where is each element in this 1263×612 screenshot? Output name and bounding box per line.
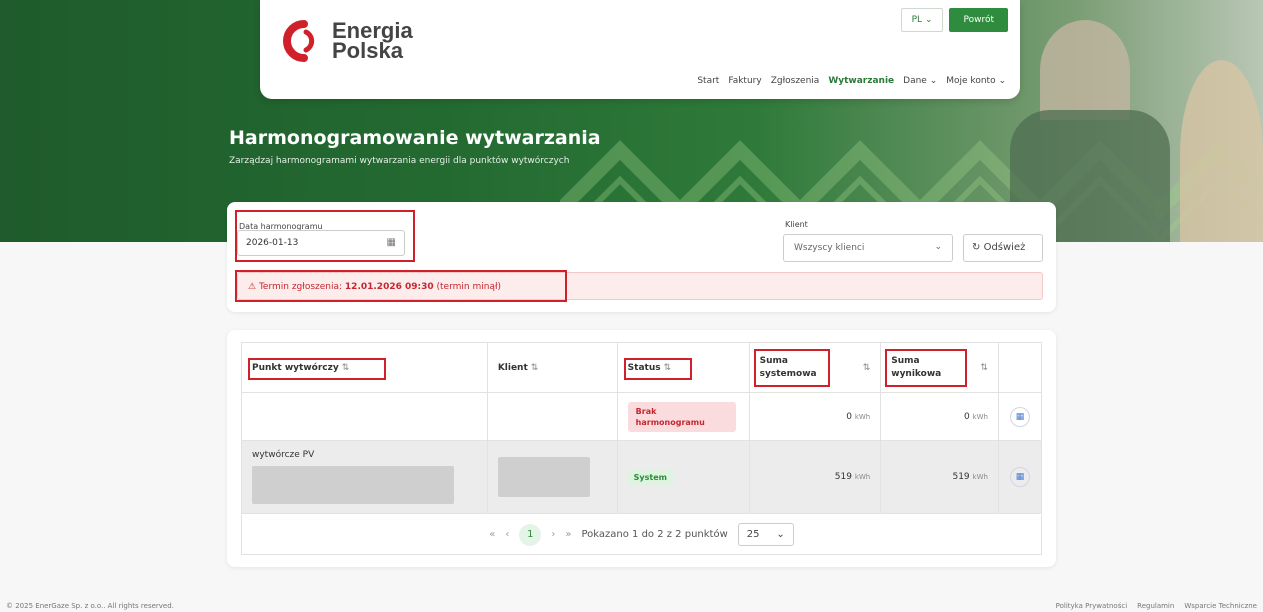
menu-item-zgloszenia[interactable]: Zgłoszenia <box>771 76 820 86</box>
generation-table: Punkt wytwórczy ⇅ Klient ⇅ Status ⇅ Suma sy… <box>241 342 1043 514</box>
col-header-label: Klient <box>497 362 528 373</box>
person-photo-right <box>1180 60 1263 242</box>
table-card: Punkt wytwórczy ⇅ Klient ⇅ Status ⇅ Suma sy… <box>227 330 1056 567</box>
last-page-button[interactable]: » <box>565 529 571 540</box>
cell-client <box>486 392 618 441</box>
sum-value: 519 <box>834 472 852 482</box>
calendar-icon[interactable]: ▦ <box>1009 406 1030 427</box>
point-name: wytwórcze PV <box>252 450 315 460</box>
unit-label: kWh <box>972 473 988 481</box>
sort-icon[interactable]: ⇅ <box>980 363 988 373</box>
cell-sum-result: 519 kWh <box>880 440 999 514</box>
table-row[interactable]: wytwórcze PV System 519 kWh 519 kWh ▦ <box>241 440 1043 514</box>
refresh-label: Odśwież <box>983 242 1026 253</box>
chevron-down-icon: ⌄ <box>924 15 933 25</box>
sum-value: 0 <box>963 411 970 422</box>
navigation-card: Energia Polska PL ⌄ Powrót Start Faktury… <box>260 0 1020 99</box>
page-button-current[interactable]: 1 <box>519 523 542 546</box>
footer-link-support[interactable]: Wsparcie Techniczne <box>1184 602 1257 610</box>
cell-sum-system: 0 kWh <box>748 392 882 441</box>
per-page-select[interactable]: 25 ⌄ <box>737 523 794 546</box>
chevron-down-icon: ⌄ <box>776 529 785 540</box>
redacted-placeholder <box>497 457 590 497</box>
highlight-frame <box>248 358 386 380</box>
menu-item-faktury[interactable]: Faktury <box>728 76 761 86</box>
cell-sum-result: 0 kWh <box>880 392 999 441</box>
prev-page-button[interactable]: ‹ <box>505 529 509 540</box>
status-badge: System <box>627 468 673 486</box>
chevron-down-icon: ⌄ <box>929 76 938 86</box>
cell-status: System <box>616 440 750 514</box>
redacted-placeholder <box>252 466 454 504</box>
person-photo <box>1040 20 1130 120</box>
chevron-down-icon: ⌄ <box>998 76 1006 86</box>
col-header-status[interactable]: Status ⇅ <box>616 342 750 393</box>
footer-links: Polityka Prywatności Regulamin Wsparcie … <box>1056 602 1257 610</box>
cell-status: Brak harmonogramu <box>616 392 750 441</box>
footer-copyright: © 2025 EnerGaze Sp. z o.o.. All rights r… <box>6 602 174 610</box>
language-select[interactable]: PL ⌄ <box>900 8 944 32</box>
cell-action: ▦ <box>997 392 1043 441</box>
menu-item-wytwarzanie[interactable]: Wytwarzanie <box>828 76 894 86</box>
highlight-frame <box>235 210 415 262</box>
filter-card: Data harmonogramu 2026-01-13 ▦ Klient Ws… <box>227 202 1056 312</box>
menu-item-moje-konto-label: Moje konto <box>946 76 996 86</box>
refresh-icon: ↻ <box>972 242 981 253</box>
refresh-button[interactable]: ↻ Odśwież <box>963 234 1043 262</box>
highlight-frame <box>753 349 830 387</box>
col-header-suma-systemowa[interactable]: Suma systemowa ⇅ <box>748 342 882 393</box>
first-page-button[interactable]: « <box>489 529 495 540</box>
unit-label: kWh <box>854 473 871 481</box>
col-header-actions <box>997 342 1043 393</box>
sum-value: 519 <box>952 472 970 482</box>
client-label: Klient <box>785 220 808 229</box>
page-subtitle: Zarządzaj harmonogramami wytwarzania ene… <box>229 156 570 166</box>
pagination: « ‹ 1 › » Pokazano 1 do 2 z 2 punktów 25… <box>241 515 1042 555</box>
menu-item-start[interactable]: Start <box>697 76 719 86</box>
language-label: PL <box>911 15 923 25</box>
table-row[interactable]: Brak harmonogramu 0 kWh 0 kWh ▦ <box>241 392 1043 441</box>
cell-sum-system: 519 kWh <box>748 440 882 514</box>
highlight-frame <box>623 358 692 380</box>
sort-icon[interactable]: ⇅ <box>863 363 871 373</box>
logo[interactable]: Energia Polska <box>276 18 413 64</box>
unit-label: kWh <box>972 412 988 421</box>
col-header-klient[interactable]: Klient ⇅ <box>486 342 618 393</box>
col-header-punkt[interactable]: Punkt wytwórczy ⇅ <box>241 342 488 393</box>
cell-point <box>241 392 488 441</box>
col-header-suma-wynikowa[interactable]: Suma wynikowa ⇅ <box>880 342 999 393</box>
calendar-icon[interactable]: ▦ <box>1009 467 1030 487</box>
chevron-down-icon: ⌄ <box>934 242 942 252</box>
client-select-value: Wszyscy klienci <box>794 243 865 253</box>
cell-client <box>486 440 618 514</box>
energia-logo-icon <box>283 20 315 62</box>
menu-item-dane-label: Dane <box>903 76 927 86</box>
unit-label: kWh <box>854 412 871 421</box>
sum-value: 0 <box>846 411 852 422</box>
main-menu: Start Faktury Zgłoszenia Wytwarzanie Dan… <box>697 76 1006 86</box>
back-button[interactable]: Powrót <box>949 8 1008 32</box>
page-title: Harmonogramowanie wytwarzania <box>229 127 601 149</box>
menu-item-moje-konto[interactable]: Moje konto ⌄ <box>946 76 1006 86</box>
cell-action: ▦ <box>997 440 1043 514</box>
sort-icon[interactable]: ⇅ <box>531 363 539 373</box>
cell-point: wytwórcze PV <box>241 440 488 514</box>
client-select[interactable]: Wszyscy klienci ⌄ <box>783 234 953 262</box>
per-page-value: 25 <box>746 529 760 540</box>
next-page-button[interactable]: › <box>551 529 555 540</box>
pagination-info: Pokazano 1 do 2 z 2 punktów <box>581 529 728 540</box>
highlight-frame <box>235 270 567 302</box>
menu-item-dane[interactable]: Dane ⌄ <box>903 76 937 86</box>
highlight-frame <box>885 349 968 387</box>
status-badge: Brak harmonogramu <box>627 401 736 432</box>
footer-link-privacy[interactable]: Polityka Prywatności <box>1056 602 1128 610</box>
logo-line2: Polska <box>332 38 403 63</box>
footer-link-terms[interactable]: Regulamin <box>1137 602 1174 610</box>
